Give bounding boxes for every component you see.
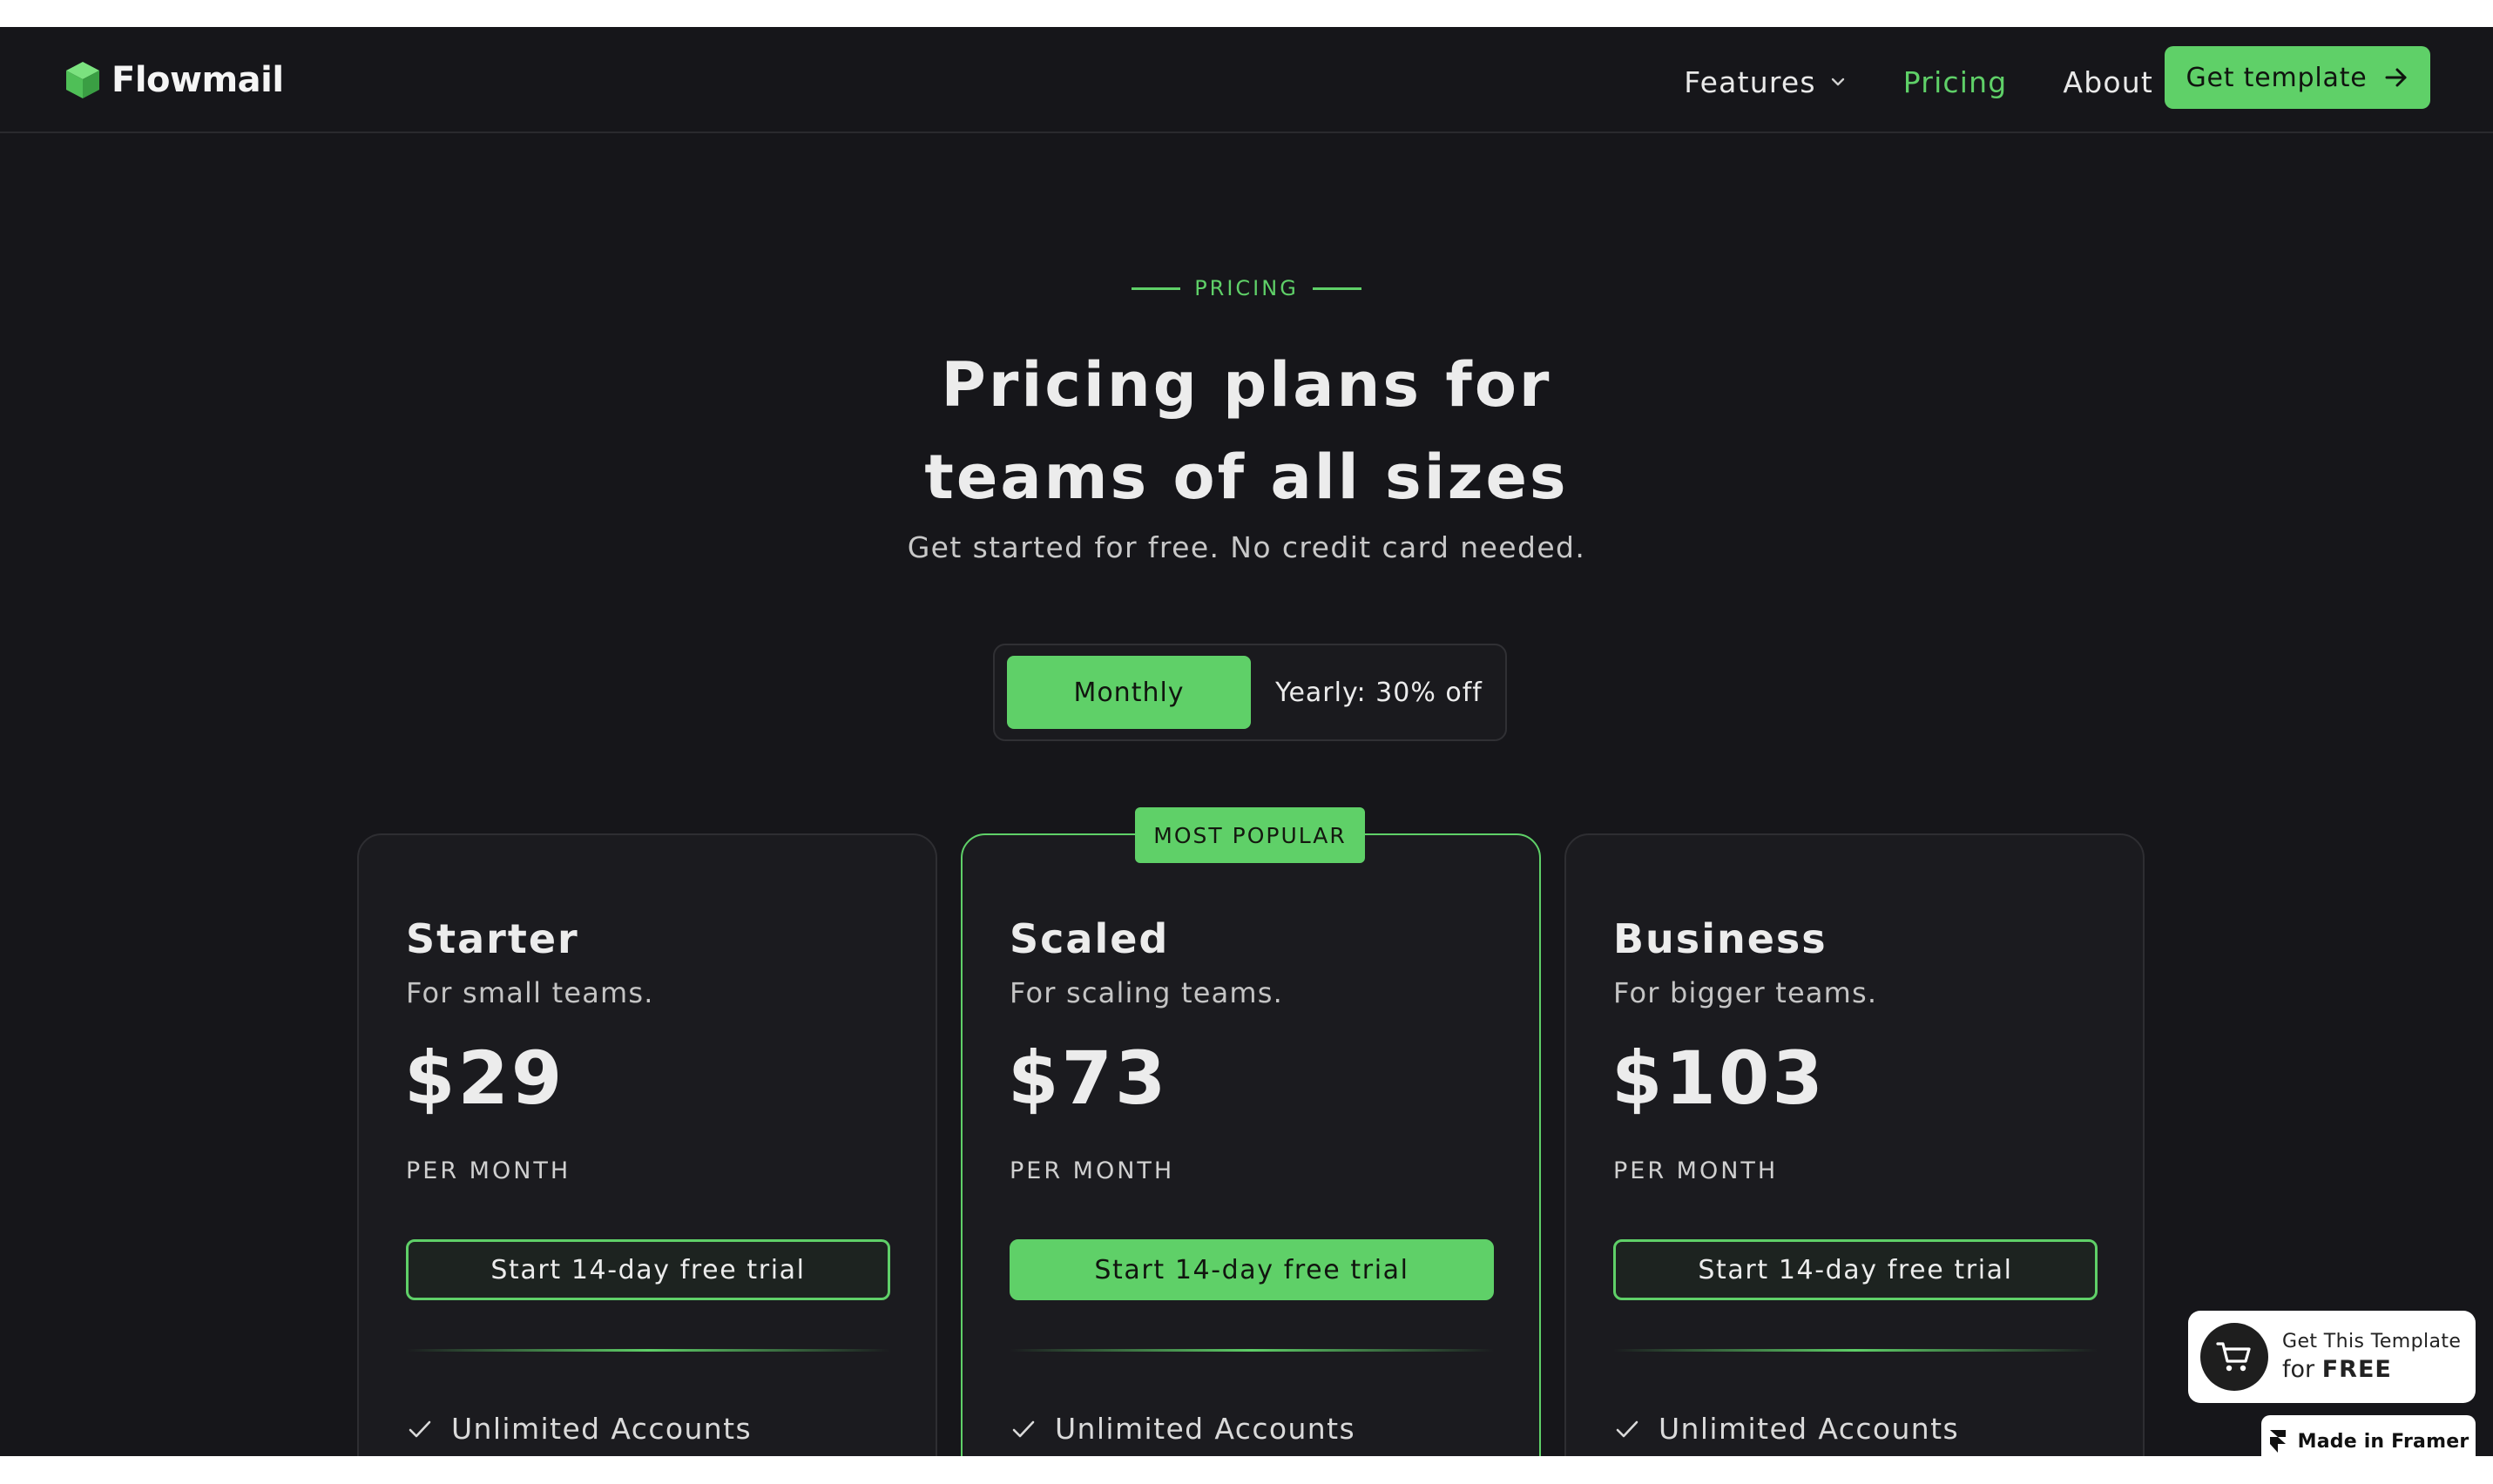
plan-period: PER MONTH — [1613, 1157, 1779, 1184]
plan-card-business: Business For bigger teams. $103 PER MONT… — [1564, 833, 2145, 1456]
plan-card-starter: Starter For small teams. $29 PER MONTH S… — [357, 833, 937, 1456]
plan-description: For scaling teams. — [1010, 976, 1284, 1009]
plan-name: Business — [1613, 915, 1828, 962]
plan-description: For bigger teams. — [1613, 976, 1878, 1009]
promo-line-2-strong: FREE — [2321, 1356, 2392, 1383]
get-template-button[interactable]: Get template — [2165, 46, 2430, 109]
start-trial-button[interactable]: Start 14-day free trial — [406, 1239, 890, 1300]
check-icon — [409, 1420, 431, 1437]
plan-price: $103 — [1611, 1035, 1826, 1121]
feature-item: Unlimited Accounts — [406, 1412, 752, 1446]
feature-item: Unlimited Accounts — [1010, 1412, 1355, 1446]
brand-name: Flowmail — [111, 60, 284, 100]
feature-label: Unlimited Accounts — [451, 1412, 753, 1446]
plan-name: Scaled — [1010, 915, 1170, 962]
get-template-free-widget[interactable]: Get This Template for FREE — [2188, 1311, 2476, 1403]
chevron-down-icon — [1831, 78, 1844, 86]
divider — [1613, 1349, 2098, 1352]
nav-about[interactable]: About — [2063, 65, 2153, 99]
plan-card-scaled: Scaled For scaling teams. $73 PER MONTH … — [961, 833, 1541, 1456]
logo[interactable]: Flowmail — [64, 57, 284, 104]
plan-period: PER MONTH — [406, 1157, 571, 1184]
get-template-label: Get template — [2186, 62, 2368, 93]
promo-line-1: Get This Template — [2282, 1331, 2462, 1352]
promo-line-2-prefix: for — [2282, 1356, 2315, 1383]
eyebrow-line-left — [1132, 287, 1181, 290]
framer-label: Made in Framer — [2297, 1430, 2469, 1453]
navbar: Flowmail Features Pricing About Get temp… — [0, 27, 2493, 133]
promo-line-2: for FREE — [2282, 1356, 2461, 1383]
eyebrow-line-right — [1312, 287, 1361, 290]
title-line-1: Pricing plans for — [941, 349, 1552, 421]
nav-features-label: Features — [1684, 64, 1816, 99]
green-cube-icon — [66, 62, 99, 98]
framer-logo-icon — [2269, 1430, 2286, 1453]
nav-links: Features Pricing About — [1684, 58, 2153, 105]
nav-pricing-label: Pricing — [1902, 64, 2008, 99]
monthly-option[interactable]: Monthly — [1007, 656, 1251, 729]
promo-text: Get This Template for FREE — [2282, 1331, 2461, 1383]
nav-pricing[interactable]: Pricing — [1903, 65, 2008, 99]
billing-toggle: Monthly Yearly: 30% off — [993, 644, 1507, 741]
shopping-cart-icon — [2216, 1342, 2251, 1372]
plan-price: $29 — [404, 1035, 565, 1121]
page-frame: Flowmail Features Pricing About Get temp… — [0, 27, 2493, 1456]
plan-name: Starter — [406, 915, 579, 962]
cart-icon-badge — [2200, 1323, 2268, 1391]
yearly-option[interactable]: Yearly: 30% off — [1256, 656, 1502, 729]
nav-about-label: About — [2063, 64, 2153, 99]
most-popular-badge: MOST POPULAR — [1135, 807, 1365, 863]
page-subtitle: Get started for free. No credit card nee… — [907, 530, 1586, 564]
check-icon — [1012, 1420, 1035, 1437]
divider — [406, 1349, 890, 1352]
plan-period: PER MONTH — [1010, 1157, 1175, 1184]
nav-features[interactable]: Features — [1684, 65, 1848, 99]
divider — [1010, 1349, 1494, 1352]
check-icon — [1616, 1420, 1638, 1437]
eyebrow-text: PRICING — [1194, 276, 1299, 300]
feature-label: Unlimited Accounts — [1659, 1412, 1960, 1446]
start-trial-button[interactable]: Start 14-day free trial — [1010, 1239, 1494, 1300]
arrow-right-icon — [2385, 68, 2407, 87]
section-eyebrow: PRICING — [0, 276, 2493, 300]
made-in-framer-badge[interactable]: Made in Framer — [2261, 1415, 2476, 1456]
plan-price: $73 — [1008, 1035, 1169, 1121]
plan-description: For small teams. — [406, 976, 654, 1009]
page-title: Pricing plans for teams of all sizes — [0, 339, 2493, 523]
feature-label: Unlimited Accounts — [1055, 1412, 1356, 1446]
feature-item: Unlimited Accounts — [1613, 1412, 1959, 1446]
title-line-2: teams of all sizes — [924, 442, 1569, 513]
start-trial-button[interactable]: Start 14-day free trial — [1613, 1239, 2098, 1300]
